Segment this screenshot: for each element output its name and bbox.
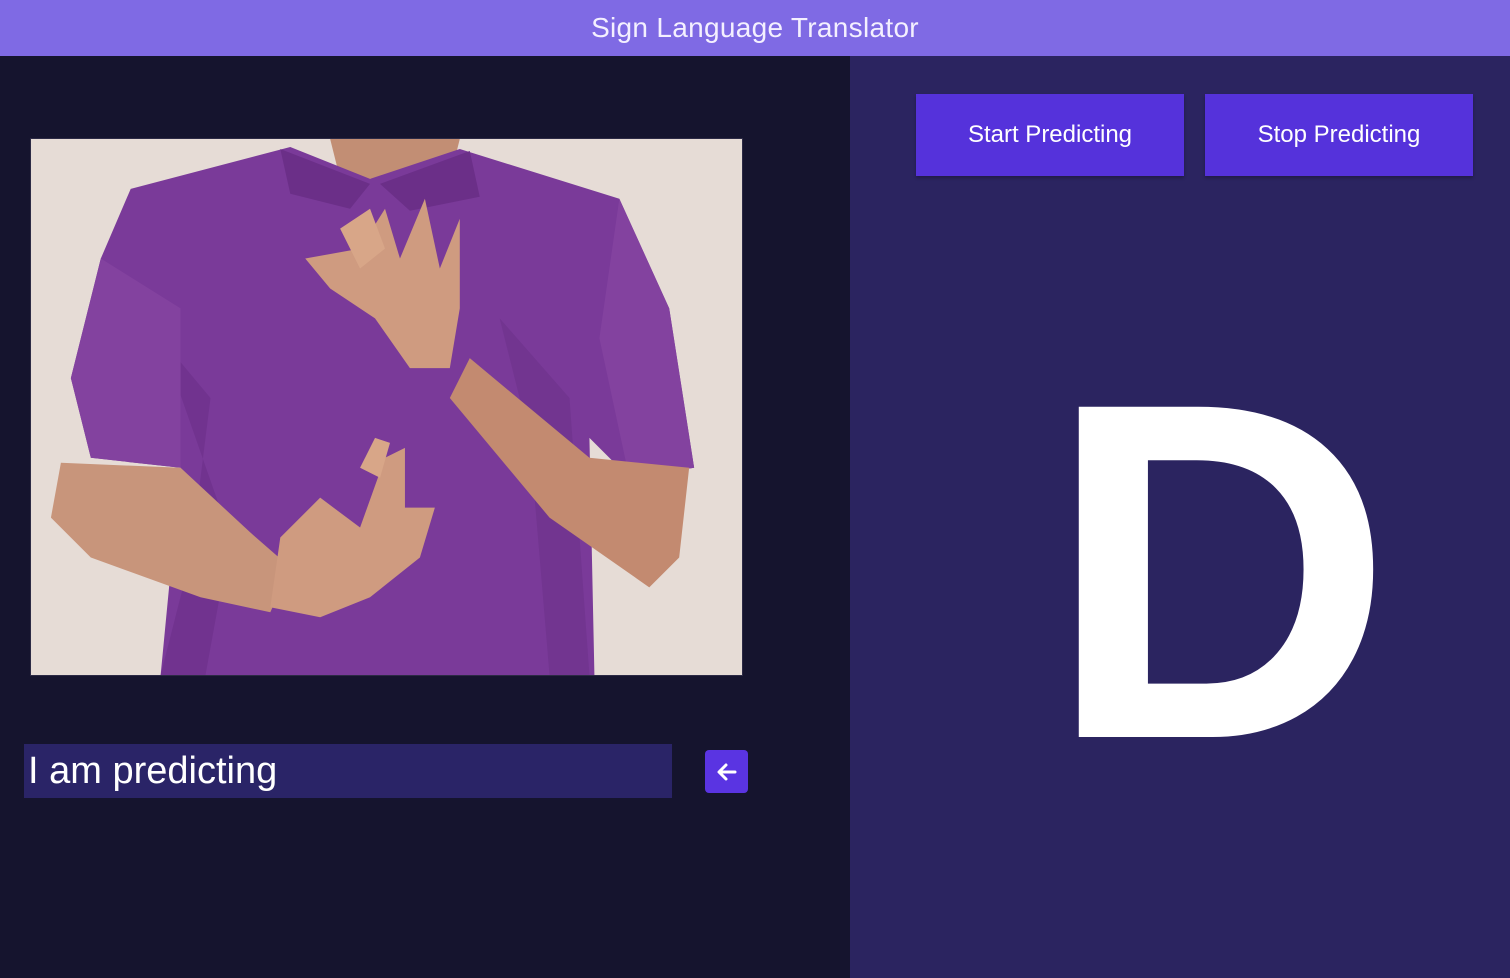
- app-title: Sign Language Translator: [0, 0, 1510, 56]
- sentence-output: I am predicting: [24, 744, 672, 798]
- stop-predicting-button[interactable]: Stop Predicting: [1205, 94, 1473, 176]
- predicted-letter: D: [1046, 302, 1394, 839]
- arrow-left-icon: [716, 761, 738, 783]
- prediction-panel: Start Predicting Stop Predicting D: [850, 56, 1510, 978]
- camera-feed: [30, 138, 743, 676]
- start-predicting-button[interactable]: Start Predicting: [916, 94, 1184, 176]
- backspace-button[interactable]: [705, 750, 748, 793]
- camera-image: [31, 139, 742, 675]
- camera-panel: I am predicting: [0, 56, 850, 978]
